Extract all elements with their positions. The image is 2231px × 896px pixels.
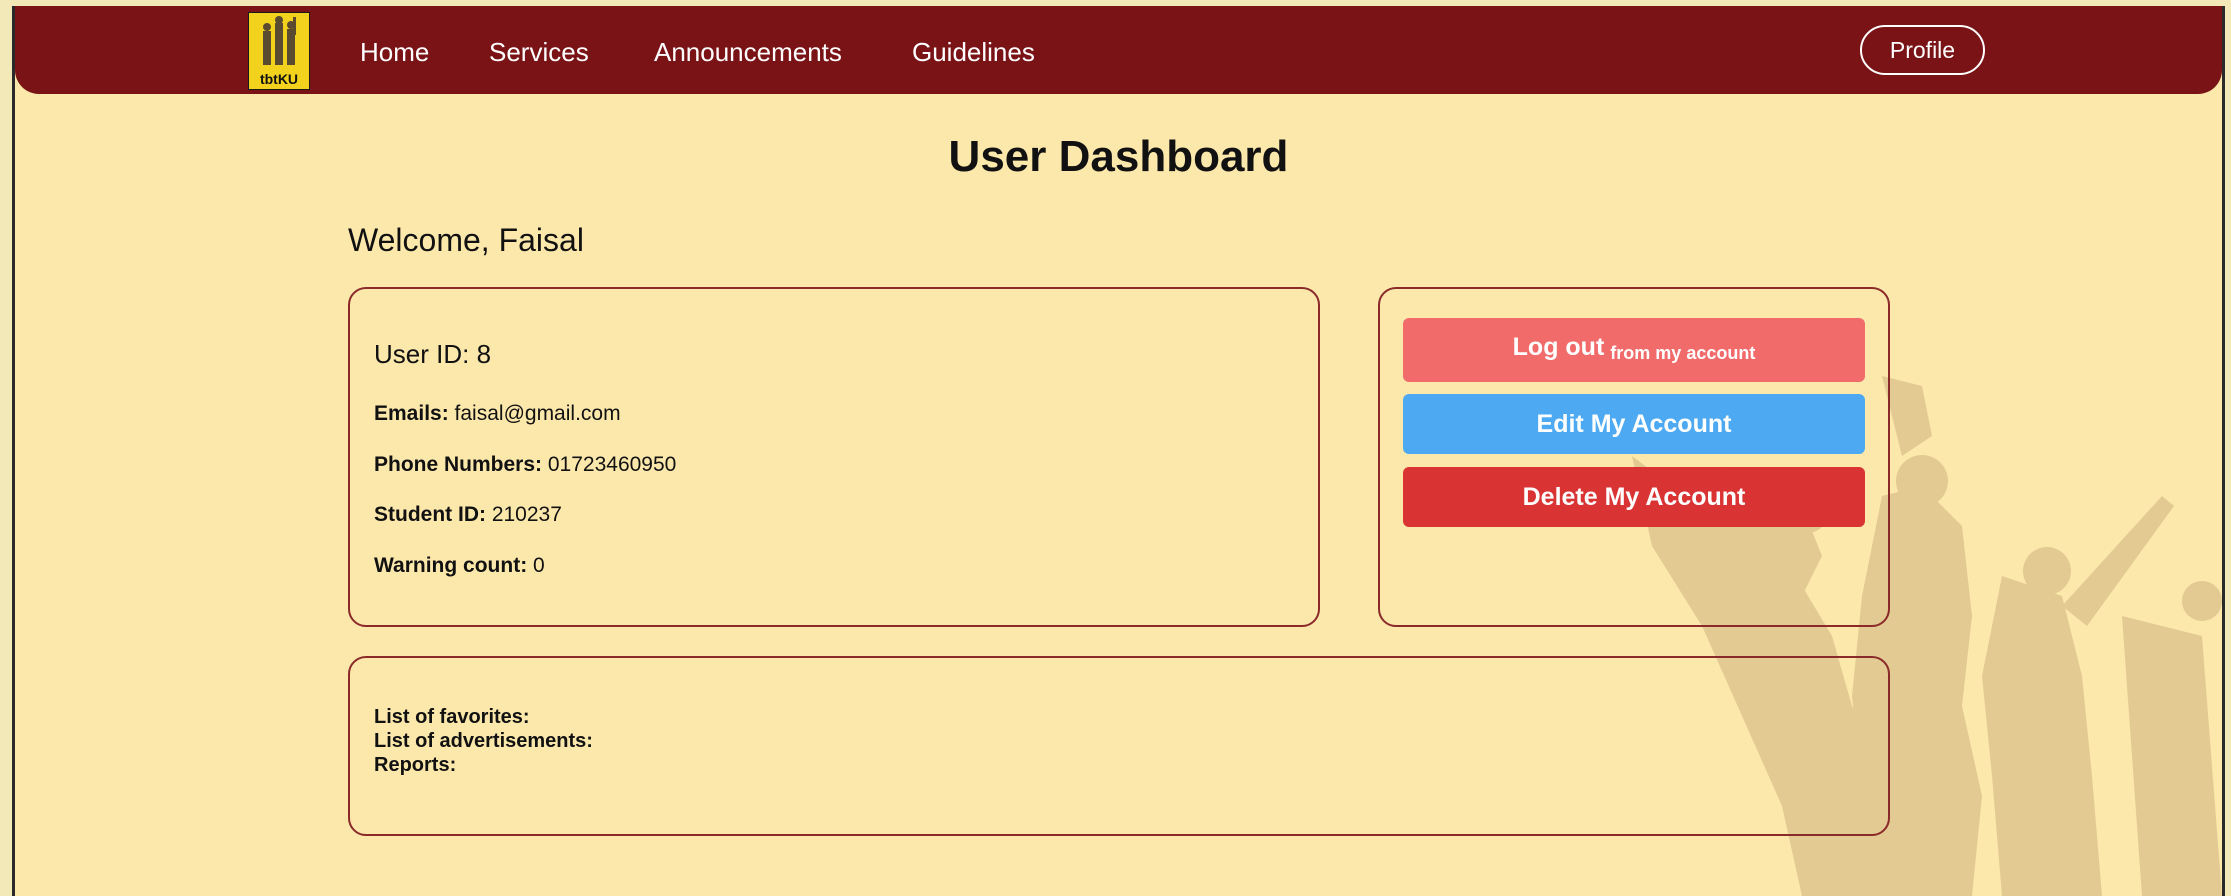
nav-link-home[interactable]: Home: [360, 37, 429, 68]
user-id: User ID: 8: [374, 339, 492, 369]
phone-row: Phone Numbers: 01723460950: [374, 453, 676, 477]
user-info-card: User ID: 8 Emails: faisal@gmail.com Phon…: [348, 287, 1320, 627]
top-navbar: tbtKU Home Services Announcements Guidel…: [15, 6, 2222, 94]
statue-logo-icon: [263, 16, 296, 65]
nav-link-announcements[interactable]: Announcements: [654, 37, 842, 68]
student-id-label: Student ID:: [374, 503, 486, 526]
nav-link-guidelines[interactable]: Guidelines: [912, 37, 1035, 68]
delete-account-button[interactable]: Delete My Account: [1403, 467, 1865, 527]
emails-label: Emails:: [374, 402, 449, 425]
phone-label: Phone Numbers:: [374, 453, 543, 476]
warning-count-value: 0: [533, 554, 545, 577]
edit-account-button[interactable]: Edit My Account: [1403, 394, 1865, 454]
profile-button[interactable]: Profile: [1860, 25, 1985, 75]
logout-button[interactable]: Log out from my account: [1403, 318, 1865, 382]
phone-value: 01723460950: [547, 453, 677, 476]
nav-link-services[interactable]: Services: [489, 37, 589, 68]
welcome-heading: Welcome, Faisal: [348, 222, 584, 258]
logo-text: tbtKU: [259, 71, 299, 87]
warning-count-row: Warning count: 0: [374, 554, 545, 578]
advertisements-list-label: List of advertisements:: [374, 730, 593, 752]
account-actions-card: Log out from my account Edit My Account D…: [1378, 287, 1890, 627]
reports-label: Reports:: [374, 754, 457, 776]
page-frame: tbtKU Home Services Announcements Guidel…: [12, 6, 2225, 896]
emails-value: faisal@gmail.com: [454, 402, 621, 425]
page-title: User Dashboard: [948, 132, 1289, 181]
site-logo[interactable]: tbtKU: [248, 12, 310, 90]
favorites-list-label: List of favorites:: [374, 706, 530, 728]
warning-count-label: Warning count:: [374, 554, 528, 577]
emails-row: Emails: faisal@gmail.com: [374, 402, 621, 426]
logout-sub-label: from my account: [1610, 343, 1756, 363]
student-id-row: Student ID: 210237: [374, 503, 562, 527]
logout-label: Log out: [1512, 333, 1605, 361]
student-id-value: 210237: [491, 503, 562, 526]
user-lists-card: List of favorites: List of advertisement…: [348, 656, 1890, 836]
